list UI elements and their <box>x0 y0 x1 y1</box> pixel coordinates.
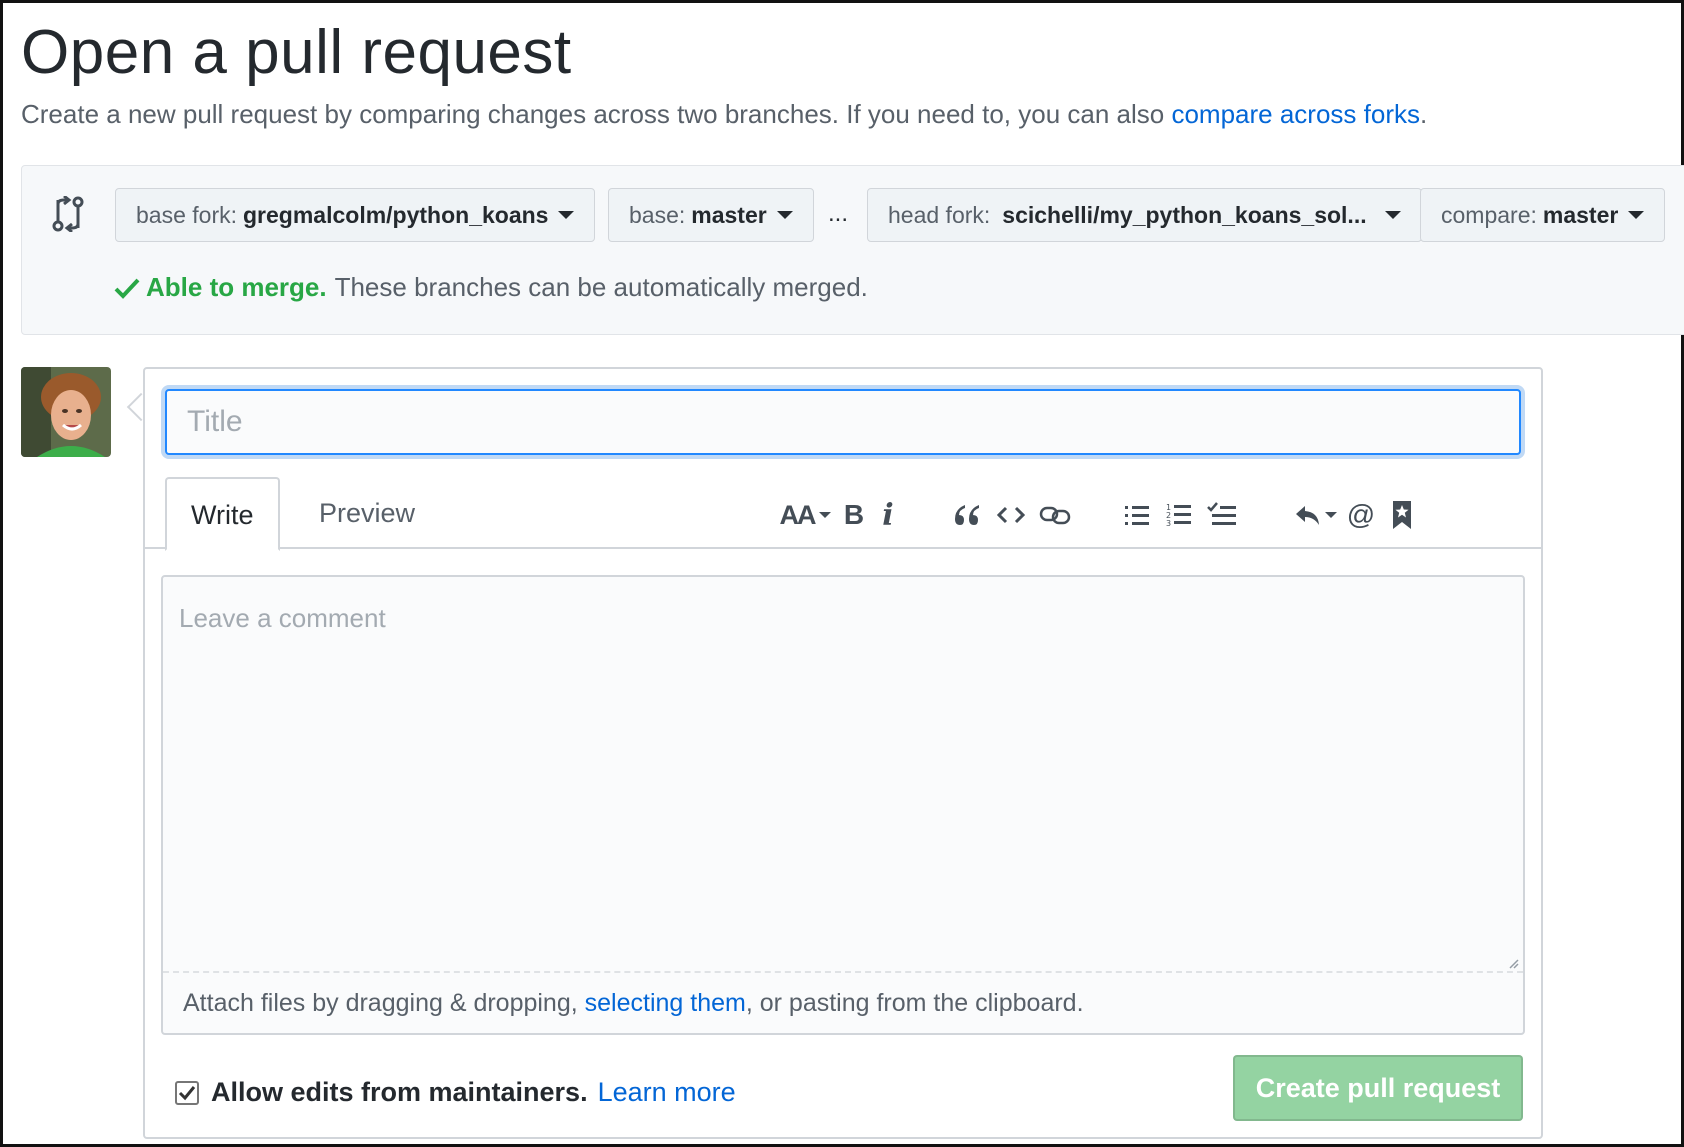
attach-files-hint: Attach files by dragging & dropping, sel… <box>183 989 1084 1018</box>
base-fork-select[interactable]: base fork: gregmalcolm/python_koans <box>115 188 596 242</box>
code-icon <box>997 506 1025 524</box>
task-list-button[interactable] <box>1205 495 1239 535</box>
merge-message: These branches can be automatically merg… <box>334 272 868 302</box>
page-title: Open a pull request <box>21 18 572 87</box>
bold-icon: B <box>843 499 865 530</box>
editor-tabs: Write Preview AA B i 1 2 3 @ <box>145 477 1541 551</box>
mention-button[interactable]: @ <box>1345 495 1377 535</box>
link-button[interactable] <box>1037 495 1073 535</box>
base-fork-value: gregmalcolm/python_koans <box>243 202 549 228</box>
italic-icon: i <box>882 497 894 533</box>
task-list-icon <box>1207 502 1236 525</box>
svg-text:3: 3 <box>1166 519 1171 528</box>
allow-edits-checkbox[interactable] <box>175 1080 199 1105</box>
learn-more-link[interactable]: Learn more <box>598 1077 736 1108</box>
subtitle-end: . <box>1419 99 1428 129</box>
compare-arrows-icon <box>52 196 84 232</box>
mention-icon: @ <box>1346 499 1376 530</box>
bookmark-icon <box>1393 501 1411 529</box>
italic-button[interactable]: i <box>873 495 903 535</box>
compare-branch-value: master <box>1542 202 1619 228</box>
quote-icon <box>955 505 979 525</box>
avatar <box>21 367 111 457</box>
reply-icon <box>1295 506 1319 525</box>
base-branch-value: master <box>691 202 767 228</box>
chevron-down-icon <box>776 211 793 219</box>
chevron-down-icon <box>1384 211 1401 219</box>
avatar-image <box>21 367 111 457</box>
title-input[interactable] <box>165 389 1521 455</box>
checkmark-icon <box>178 1085 196 1100</box>
base-fork-label: base fork: <box>136 202 237 228</box>
chevron-down-icon <box>1628 211 1645 219</box>
allow-edits-label: Allow edits from maintainers. <box>211 1077 588 1107</box>
base-branch-select[interactable]: base: master <box>608 188 814 242</box>
attach-suffix: , or pasting from the clipboard. <box>745 989 1084 1017</box>
text-size-icon: AA <box>779 499 817 530</box>
resize-grip-icon[interactable] <box>1507 957 1519 969</box>
comment-area: Attach files by dragging & dropping, sel… <box>161 575 1525 1035</box>
check-icon <box>114 278 140 299</box>
chevron-down-icon <box>558 211 575 219</box>
unordered-list-button[interactable] <box>1121 495 1153 535</box>
ordered-list-button[interactable]: 1 2 3 <box>1163 495 1195 535</box>
compare-branch-label: compare: <box>1441 202 1537 228</box>
pull-request-page: Open a pull request Create a new pull re… <box>3 3 1684 1144</box>
merge-status: Able to merge. These branches can be aut… <box>114 272 868 303</box>
link-icon <box>1039 506 1071 525</box>
compare-range-box: base fork: gregmalcolm/python_koans base… <box>21 165 1684 335</box>
heading-button[interactable]: AA <box>775 495 835 535</box>
create-pull-request-button[interactable]: Create pull request <box>1233 1055 1523 1121</box>
range-dots: ... <box>828 200 849 227</box>
chevron-down-icon <box>1324 512 1337 518</box>
unordered-list-icon <box>1125 506 1149 525</box>
attach-prefix: Attach files by dragging & dropping, <box>183 989 578 1017</box>
compare-branch-select[interactable]: compare: master <box>1420 188 1666 242</box>
subtitle-text: Create a new pull request by comparing c… <box>21 99 1165 129</box>
markdown-toolbar: AA B i 1 2 3 @ <box>145 495 1541 535</box>
select-files-link[interactable]: selecting them <box>585 989 746 1017</box>
ordered-list-icon: 1 2 3 <box>1166 503 1191 528</box>
quote-button[interactable] <box>951 495 983 535</box>
code-button[interactable] <box>995 495 1027 535</box>
compare-across-forks-link[interactable]: compare across forks <box>1171 99 1420 129</box>
head-fork-select[interactable]: head fork: scichelli/my_python_koans_sol… <box>867 188 1422 242</box>
allow-edits-row: Allow edits from maintainers. Learn more <box>175 1077 736 1108</box>
head-fork-label: head fork: <box>888 202 991 228</box>
merge-ok-label: Able to merge. <box>146 272 327 302</box>
reply-button[interactable] <box>1291 495 1339 535</box>
base-branch-label: base: <box>629 202 686 228</box>
bold-button[interactable]: B <box>839 495 869 535</box>
head-fork-value: scichelli/my_python_koans_sol... <box>1002 202 1367 228</box>
chevron-down-icon <box>818 512 831 518</box>
page-subtitle: Create a new pull request by comparing c… <box>21 99 1427 130</box>
pull-request-form: Write Preview AA B i <box>143 367 1543 1139</box>
comment-textarea[interactable] <box>163 577 1523 973</box>
saved-replies-button[interactable] <box>1389 495 1415 535</box>
